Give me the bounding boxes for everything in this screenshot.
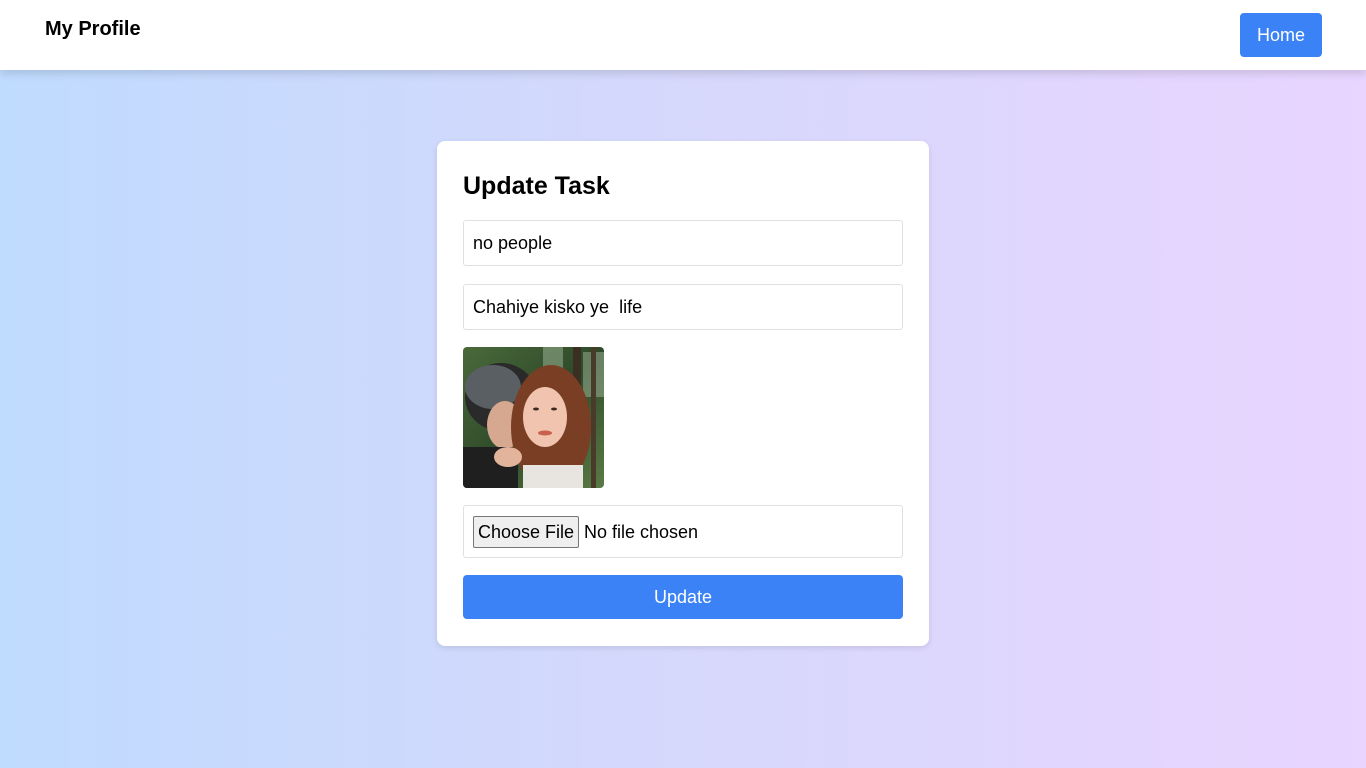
choose-file-button[interactable]: Choose File <box>473 516 579 548</box>
task-image-preview <box>463 347 604 488</box>
task-title-input[interactable] <box>463 220 903 266</box>
brand-title[interactable]: My Profile <box>45 17 141 41</box>
form-title: Update Task <box>463 172 610 200</box>
navbar: My Profile Home <box>0 0 1366 70</box>
photo-image <box>463 347 604 488</box>
home-button[interactable]: Home <box>1240 13 1322 57</box>
update-button[interactable]: Update <box>463 575 903 619</box>
update-task-card: Update Task no people Chahiye kisko ye l… <box>437 141 929 646</box>
file-upload-field[interactable]: Choose File No file chosen <box>463 505 903 558</box>
file-status-text: No file chosen <box>584 522 699 542</box>
task-description-input[interactable] <box>463 284 903 330</box>
